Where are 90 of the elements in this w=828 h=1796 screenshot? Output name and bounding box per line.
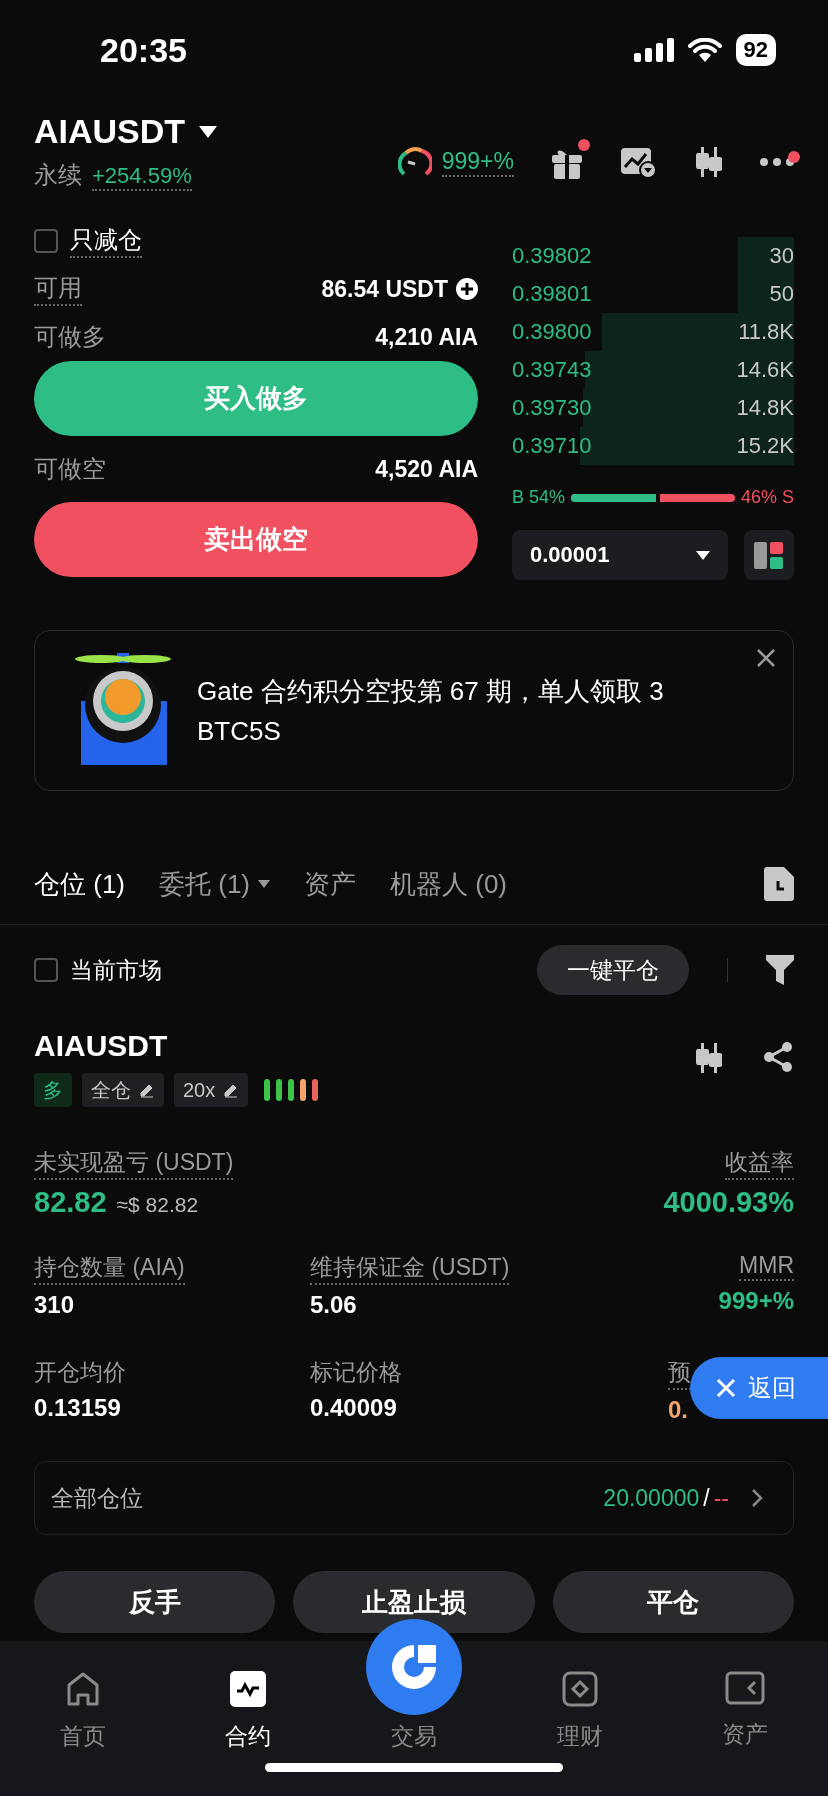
nav-tab[interactable]: 理财 [496, 1671, 663, 1752]
bid-price[interactable]: 0.39730 [512, 395, 592, 421]
nav-tab[interactable]: 首页 [0, 1671, 166, 1752]
bid-size: 15.2K [736, 433, 794, 459]
share-icon[interactable] [762, 1041, 794, 1073]
diamond-square-icon[interactable] [561, 1671, 598, 1707]
metric-label: 开仓均价 [34, 1358, 126, 1387]
nav-tab[interactable]: 交易 [331, 1721, 497, 1752]
layout-icon[interactable] [744, 530, 794, 580]
metric-value: 82.82 [34, 1186, 107, 1219]
position-symbol: AIAUSDT [34, 1029, 169, 1063]
metric-value: 0.40009 [310, 1394, 397, 1422]
bid-size: 30 [769, 243, 794, 269]
metric-value: 0.13159 [34, 1394, 121, 1422]
filter-icon[interactable] [766, 955, 794, 985]
value-separator: / [703, 1484, 710, 1512]
price-change: +254.59% [92, 163, 192, 191]
bid-price[interactable]: 0.39743 [512, 357, 592, 383]
wifi-icon [687, 38, 722, 62]
caret-down-icon [696, 550, 710, 560]
pencil-icon [223, 1082, 240, 1098]
nav-tab[interactable]: 资产 [662, 1671, 828, 1752]
margin-mode-button[interactable]: 全仓 [82, 1073, 164, 1107]
metric-label[interactable]: 收益率 [725, 1147, 794, 1180]
bid-price[interactable]: 0.39710 [512, 433, 592, 459]
close-all-button[interactable]: 一键平仓 [537, 945, 689, 995]
depth-bar [737, 237, 794, 275]
all-positions-label: 全部仓位 [51, 1483, 144, 1513]
max-short-value: 4,520 AIA [375, 455, 478, 483]
bid-size: 14.8K [736, 395, 794, 421]
action-button[interactable]: 止盈止损 [293, 1571, 535, 1633]
metric-label[interactable]: 未实现盈亏 (USDT) [34, 1147, 234, 1180]
wallet-icon[interactable] [725, 1671, 766, 1705]
max-long-value: 4,210 AIA [375, 323, 478, 351]
position-value: -- [713, 1484, 729, 1512]
position-tab[interactable]: 资产 [304, 866, 356, 902]
checkbox[interactable] [34, 958, 58, 982]
back-button[interactable]: 返回 [690, 1357, 828, 1419]
nav-tab[interactable]: 合约 [165, 1671, 332, 1752]
max-long-label: 可做多 [34, 322, 106, 352]
position-tab[interactable]: 仓位 (1) [34, 866, 125, 902]
buy-ratio: B 54% [512, 487, 566, 508]
chevron-right-icon[interactable] [751, 1488, 763, 1508]
metric-label: 标记价格 [310, 1358, 402, 1387]
risk-value[interactable]: 999+% [441, 147, 514, 177]
add-icon[interactable] [456, 278, 478, 300]
all-positions-row[interactable]: 全部仓位 20.00000 / -- [34, 1461, 794, 1535]
metric-label[interactable]: MMR [739, 1252, 794, 1281]
signal-icon [633, 38, 674, 62]
contract-type: 永续 [34, 160, 82, 190]
max-short-label: 可做空 [34, 454, 106, 484]
position-tab[interactable]: 机器人 (0) [390, 866, 507, 902]
metric-note: ≈$ 82.82 [116, 1193, 199, 1217]
bid-price[interactable]: 0.39801 [512, 281, 592, 307]
metric-value: 999+% [718, 1287, 794, 1315]
caret-down-icon[interactable] [199, 125, 218, 138]
contract-icon[interactable] [230, 1671, 267, 1707]
metric-value: 310 [34, 1291, 75, 1319]
position-tab[interactable]: 委托 (1) [159, 866, 270, 902]
position-value: 20.00000 [603, 1484, 700, 1512]
symbol-title[interactable]: AIAUSDT [34, 112, 186, 151]
leverage-button[interactable]: 20x [174, 1073, 249, 1107]
bid-price[interactable]: 0.39802 [512, 243, 592, 269]
bid-price[interactable]: 0.39800 [512, 319, 592, 345]
action-button[interactable]: 反手 [34, 1571, 276, 1633]
sell-ratio: 46% S [740, 487, 794, 508]
bid-size: 50 [769, 281, 794, 307]
close-icon [716, 1378, 736, 1398]
bid-size: 14.6K [736, 357, 794, 383]
available-label: 可用 [34, 272, 82, 306]
close-icon[interactable] [757, 649, 775, 667]
battery-level: 92 [735, 34, 776, 66]
side-tag: 多 [34, 1073, 72, 1107]
pencil-icon [139, 1082, 155, 1098]
chart-icon[interactable] [620, 145, 656, 179]
metric-value: 0. [668, 1396, 688, 1424]
checkbox-label[interactable]: 只减仓 [70, 224, 142, 258]
metric-label[interactable]: 维持保证金 (USDT) [310, 1252, 510, 1285]
action-button[interactable]: 平仓 [552, 1571, 794, 1633]
bid-size: 11.8K [738, 319, 794, 345]
metric-value: 4000.93% [663, 1186, 794, 1219]
checkbox-label[interactable]: 当前市场 [70, 954, 525, 986]
clock-time: 20:35 [100, 30, 187, 70]
available-balance: 86.54 USDT [321, 275, 448, 303]
metric-label[interactable]: 持仓数量 (AIA) [34, 1252, 185, 1285]
metric-value: 5.06 [310, 1291, 357, 1319]
checkbox[interactable] [34, 229, 58, 253]
history-icon[interactable] [764, 867, 794, 901]
precision-select[interactable]: 0.00001 [512, 530, 728, 580]
gauge-icon[interactable] [397, 147, 432, 177]
